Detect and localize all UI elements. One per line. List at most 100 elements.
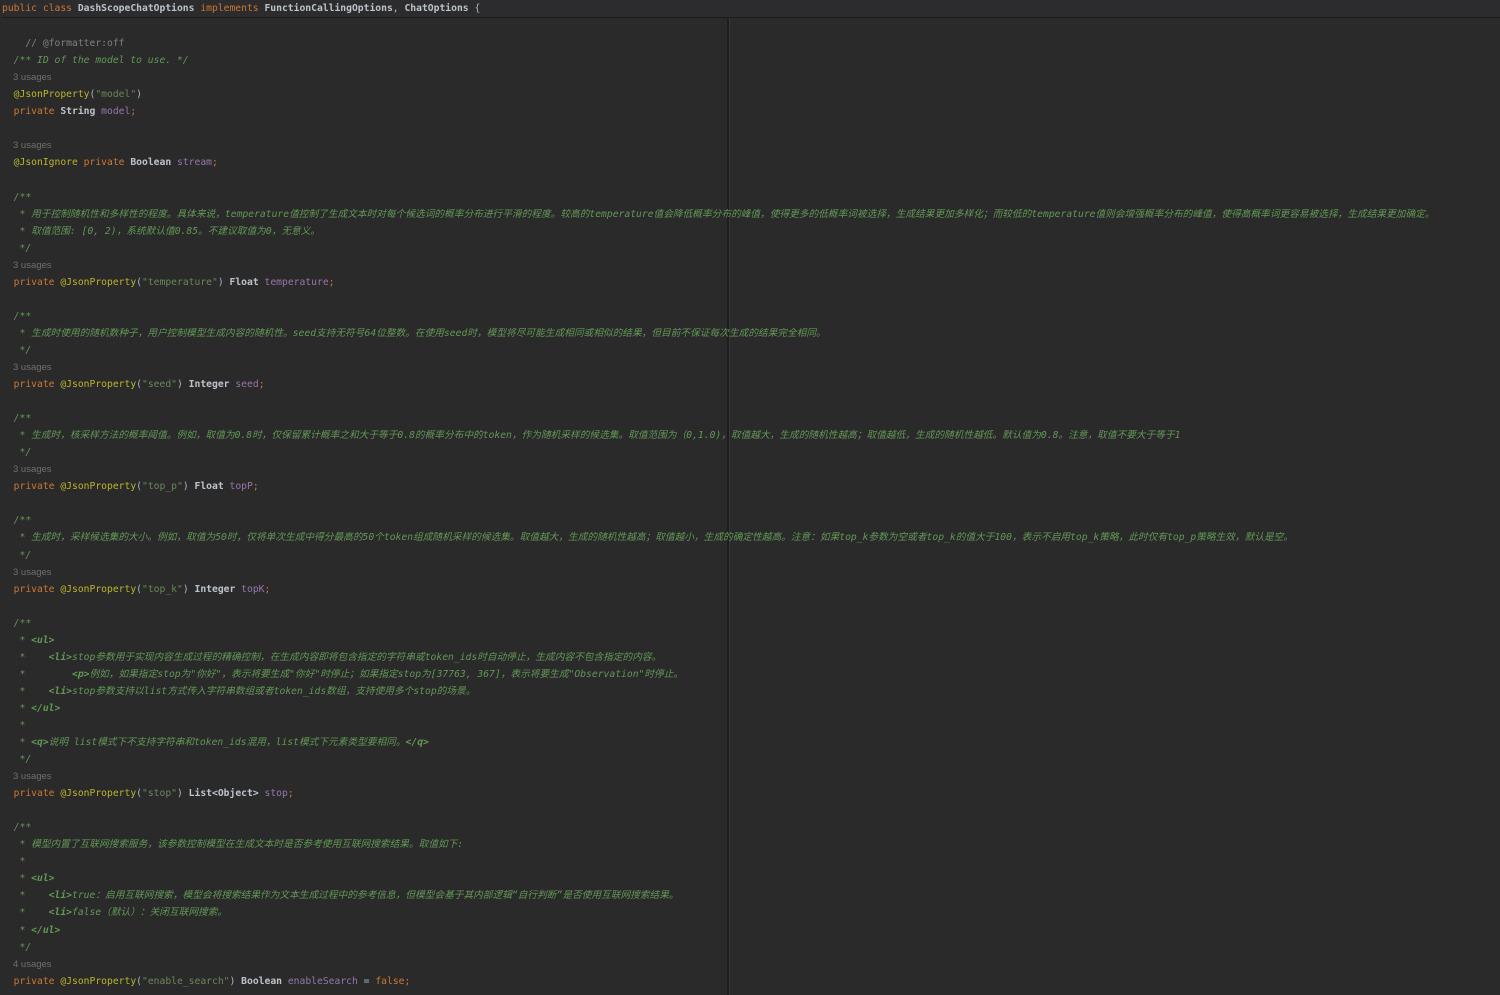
code-line[interactable]: private @JsonProperty("seed") Integer se… — [2, 376, 1500, 393]
code-line[interactable]: * <ul> — [2, 632, 1500, 649]
code-line[interactable] — [2, 802, 1500, 819]
usages-inlay-hint[interactable]: 3 usages — [13, 362, 52, 373]
code-line[interactable]: /** ID of the model to use. */ — [2, 52, 1500, 69]
code-line[interactable]: /** — [2, 189, 1500, 206]
code-line[interactable]: */ — [2, 444, 1500, 461]
code-token: @JsonProperty — [60, 379, 136, 390]
code-token: topK — [241, 584, 264, 595]
code-line[interactable] — [2, 598, 1500, 615]
code-line[interactable]: /** — [2, 308, 1500, 325]
usages-inlay-hint[interactable]: 3 usages — [13, 771, 52, 782]
code-token: <li> — [49, 686, 72, 697]
code-line[interactable]: private String model; — [2, 103, 1500, 120]
usages-inlay-hint[interactable]: 3 usages — [13, 260, 52, 271]
usages-inlay-line[interactable]: 3 usages — [2, 137, 1500, 154]
usages-inlay-line[interactable]: 3 usages — [2, 69, 1500, 86]
code-token: <li> — [49, 907, 72, 918]
code-token: public class — [2, 3, 78, 14]
usages-inlay-line[interactable]: 3 usages — [2, 359, 1500, 376]
code-token: ; — [329, 277, 335, 288]
code-line[interactable]: * 模型内置了互联网搜索服务，该参数控制模型在生成文本时是否参考使用互联网搜索结… — [2, 836, 1500, 853]
usages-inlay-line[interactable]: 3 usages — [2, 257, 1500, 274]
code-token: false（默认）：关闭互联网搜索。 — [72, 907, 227, 918]
code-line[interactable]: private @JsonProperty("temperature") Flo… — [2, 274, 1500, 291]
code-line[interactable]: * 用于控制随机性和多样性的程度。具体来说，temperature值控制了生成文… — [2, 206, 1500, 223]
code-line[interactable] — [2, 291, 1500, 308]
code-token: "top_k" — [142, 584, 183, 595]
code-token: * 模型内置了互联网搜索服务，该参数控制模型在生成文本时是否参考使用互联网搜索结… — [2, 839, 463, 850]
usages-inlay-hint[interactable]: 3 usages — [13, 464, 52, 475]
code-line[interactable]: /** — [2, 819, 1500, 836]
code-line[interactable]: private @JsonProperty("enable_search") B… — [2, 973, 1500, 990]
code-token: implements — [200, 3, 264, 14]
code-line[interactable] — [2, 18, 1500, 35]
code-token: * — [2, 925, 31, 936]
code-line[interactable]: * <li>stop参数支持以list方式传入字符串数组或者token_ids数… — [2, 683, 1500, 700]
code-line[interactable]: * <p>例如，如果指定stop为"你好"，表示将要生成"你好"时停止；如果指定… — [2, 666, 1500, 683]
code-token: ) — [136, 89, 142, 100]
code-line[interactable]: private @JsonProperty("top_p") Float top… — [2, 478, 1500, 495]
code-line[interactable]: private @JsonProperty("stop") List<Objec… — [2, 785, 1500, 802]
code-token: <li> — [49, 652, 72, 663]
code-token: * — [2, 635, 31, 646]
code-token: <ul> — [31, 873, 54, 884]
usages-inlay-hint[interactable]: 3 usages — [13, 72, 52, 83]
code-line[interactable]: // @formatter:off — [2, 35, 1500, 52]
code-line[interactable]: * </ul> — [2, 700, 1500, 717]
code-line[interactable]: * <li>false（默认）：关闭互联网搜索。 — [2, 904, 1500, 921]
editor-code-area[interactable]: public class DashScopeChatOptions implem… — [0, 0, 1500, 990]
code-editor[interactable]: public class DashScopeChatOptions implem… — [0, 0, 1500, 995]
code-line[interactable] — [2, 120, 1500, 137]
code-line[interactable]: * <li>true：启用互联网搜索，模型会将搜索结果作为文本生成过程中的参考信… — [2, 887, 1500, 904]
usages-inlay-hint[interactable]: 3 usages — [13, 567, 52, 578]
usages-inlay-line[interactable]: 3 usages — [2, 564, 1500, 581]
code-token: </q> — [406, 737, 429, 748]
code-token: private — [2, 277, 60, 288]
code-token: ; — [130, 106, 136, 117]
code-line[interactable]: * — [2, 717, 1500, 734]
code-line[interactable]: */ — [2, 751, 1500, 768]
code-token: /** — [2, 413, 31, 424]
code-token: * 生成时使用的随机数种子，用户控制模型生成内容的随机性。seed支持无符号64… — [2, 328, 826, 339]
code-line[interactable]: */ — [2, 240, 1500, 257]
usages-inlay-hint[interactable]: 4 usages — [13, 959, 52, 970]
code-line[interactable]: /** — [2, 410, 1500, 427]
code-line[interactable]: */ — [2, 547, 1500, 564]
code-line[interactable]: * <li>stop参数用于实现内容生成过程的精确控制，在生成内容即将包含指定的… — [2, 649, 1500, 666]
code-line[interactable] — [2, 393, 1500, 410]
code-line[interactable]: * <q>说明 list模式下不支持字符串和token_ids混用，list模式… — [2, 734, 1500, 751]
code-line[interactable]: public class DashScopeChatOptions implem… — [2, 0, 1500, 18]
code-line[interactable] — [2, 171, 1500, 188]
code-line[interactable]: private @JsonProperty("top_k") Integer t… — [2, 581, 1500, 598]
usages-inlay-hint[interactable]: 3 usages — [13, 140, 52, 151]
code-line[interactable] — [2, 495, 1500, 512]
usages-inlay-line[interactable]: 3 usages — [2, 461, 1500, 478]
usages-inlay-line[interactable]: 3 usages — [2, 768, 1500, 785]
code-token: ; — [212, 157, 218, 168]
code-token: ) — [183, 584, 195, 595]
code-token: private — [2, 481, 60, 492]
code-token: Integer — [189, 379, 236, 390]
code-token: ) — [230, 976, 242, 987]
usages-inlay-line[interactable]: 4 usages — [2, 956, 1500, 973]
code-line[interactable]: * 生成时，核采样方法的概率阈值。例如，取值为0.8时，仅保留累计概率之和大于等… — [2, 427, 1500, 444]
code-line[interactable]: */ — [2, 939, 1500, 956]
code-line[interactable]: */ — [2, 342, 1500, 359]
code-line[interactable]: * <ul> — [2, 870, 1500, 887]
code-line[interactable]: /** — [2, 512, 1500, 529]
code-line[interactable]: * 取值范围: [0, 2)，系统默认值0.85。不建议取值为0，无意义。 — [2, 223, 1500, 240]
code-line[interactable]: * 生成时，采样候选集的大小。例如，取值为50时，仅将单次生成中得分最高的50个… — [2, 529, 1500, 546]
code-line[interactable]: @JsonProperty("model") — [2, 86, 1500, 103]
code-line[interactable]: /** — [2, 615, 1500, 632]
code-token: private — [2, 788, 60, 799]
code-token: seed — [235, 379, 258, 390]
code-token: Float — [230, 277, 265, 288]
code-line[interactable]: * </ul> — [2, 922, 1500, 939]
code-line[interactable]: * — [2, 853, 1500, 870]
code-token: */ — [2, 345, 31, 356]
code-token: /** — [2, 618, 31, 629]
code-token: */ — [2, 550, 31, 561]
code-token: * 生成时，采样候选集的大小。例如，取值为50时，仅将单次生成中得分最高的50个… — [2, 532, 1293, 543]
code-line[interactable]: @JsonIgnore private Boolean stream; — [2, 154, 1500, 171]
code-line[interactable]: * 生成时使用的随机数种子，用户控制模型生成内容的随机性。seed支持无符号64… — [2, 325, 1500, 342]
